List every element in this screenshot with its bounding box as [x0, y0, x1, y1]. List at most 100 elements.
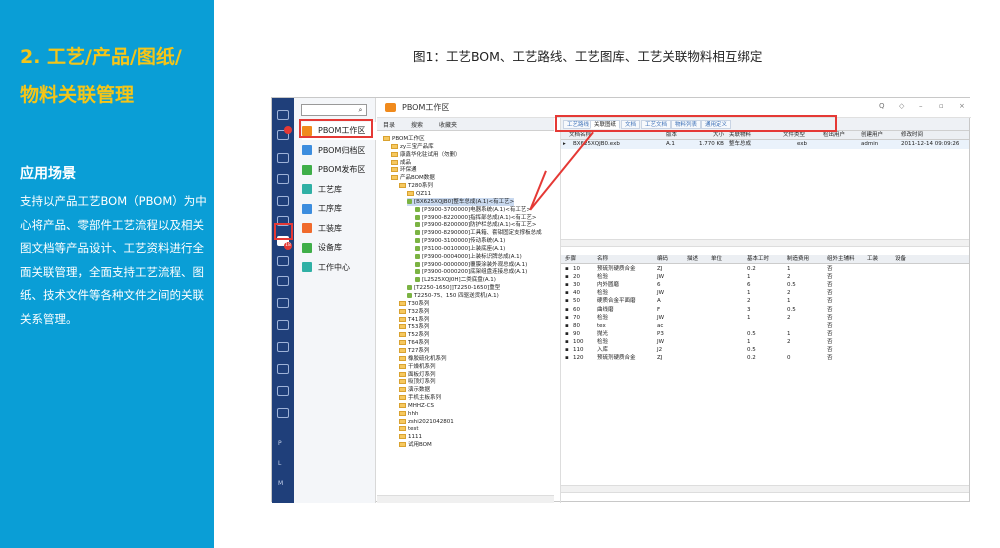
- search-icon[interactable]: Q: [879, 102, 885, 110]
- column-header[interactable]: 步骤: [565, 255, 576, 264]
- iconbar-letter[interactable]: L: [278, 460, 281, 467]
- sidebar-tool-icon[interactable]: [277, 256, 289, 266]
- sidebar-tool-icon[interactable]: [277, 320, 289, 330]
- tree-node[interactable]: T52系列: [399, 331, 429, 339]
- sidebar-tool-icon[interactable]: [277, 364, 289, 374]
- sidebar-tool-icon[interactable]: [277, 153, 289, 163]
- column-header[interactable]: 描述: [687, 255, 698, 264]
- column-header[interactable]: 检出用户: [823, 131, 845, 140]
- sidebar-tool-icon[interactable]: [277, 174, 289, 184]
- column-header[interactable]: 单位: [711, 255, 722, 264]
- column-header[interactable]: 大小: [713, 131, 724, 140]
- nav-item[interactable]: PBOM发布区: [302, 161, 376, 179]
- table-row[interactable]: ▪ 70 检验 JW 1 2 否: [561, 314, 969, 322]
- tree-node[interactable]: 1111: [399, 433, 422, 441]
- nav-item[interactable]: 工序库: [302, 200, 376, 218]
- table-row[interactable]: ▪ 60 曲线磨 F 3 0.5 否: [561, 306, 969, 314]
- table-row[interactable]: ▪ 90 抛光 P3 0.5 1 否: [561, 330, 969, 338]
- table-row[interactable]: ▪ 80 tex ac 否: [561, 322, 969, 330]
- column-header[interactable]: 编码: [657, 255, 668, 264]
- column-header[interactable]: 创建用户: [861, 131, 883, 140]
- tree-node[interactable]: [P3900-0000000]覆膜涂装外观总成(A.1): [415, 261, 527, 269]
- column-header[interactable]: 基本工时: [747, 255, 769, 264]
- tree-node[interactable]: [P3900-3700000]电器系统(A.1)<有工艺>: [415, 206, 531, 214]
- tree-node[interactable]: [P3900-8200000]防护栏总成(A.1)<有工艺>: [415, 221, 537, 229]
- tree-node[interactable]: 环保通: [391, 166, 417, 174]
- nav-item[interactable]: 工装库: [302, 220, 376, 238]
- table-row[interactable]: ▸ BX625XQJB0.exb A.1 1.770 KB 整车总成 exb admin 20…: [561, 140, 969, 149]
- tree-node[interactable]: T64系列: [399, 339, 429, 347]
- sidebar-tool-icon[interactable]: [277, 110, 289, 120]
- search-icon[interactable]: ⌕: [355, 105, 366, 115]
- table-row[interactable]: ▪ 50 硬质合金平面磨 A 2 1 否: [561, 297, 969, 305]
- close-button[interactable]: ×: [959, 102, 965, 110]
- tree-node[interactable]: T280系列: [399, 182, 433, 190]
- tree-node[interactable]: 橡胶硫化机系列: [399, 355, 447, 363]
- tree-node[interactable]: zy三宝产品库: [391, 143, 434, 151]
- tree-node[interactable]: T2250-75、150 四驱送货机(A.1): [407, 292, 499, 300]
- skin-icon[interactable]: ◇: [899, 102, 904, 110]
- sidebar-tool-icon[interactable]: [277, 386, 289, 396]
- column-header[interactable]: 名称: [597, 255, 608, 264]
- iconbar-letter[interactable]: M: [278, 480, 283, 487]
- tree-node[interactable]: [P3900-8220000]指挥部总成(A.1)<有工艺>: [415, 214, 537, 222]
- tree-node[interactable]: PBOM工作区: [383, 135, 425, 143]
- tree-node[interactable]: 康鑫华化驻试用（勿删）: [391, 151, 461, 159]
- route-grid-scrollbar[interactable]: [561, 485, 969, 493]
- tree-node[interactable]: 干燥机系列: [399, 363, 436, 371]
- tree-node[interactable]: T30系列: [399, 300, 429, 308]
- table-row[interactable]: ▪ 10 预硫剂硬质合金 ZJ 0.2 1 否: [561, 265, 969, 273]
- tree-node[interactable]: [P3900-0004000]上装标识牌总成(A.1): [415, 253, 522, 261]
- tree-node[interactable]: test: [399, 425, 419, 433]
- nav-item[interactable]: 工作中心: [302, 259, 376, 277]
- sidebar-tool-icon[interactable]: [277, 196, 289, 206]
- table-row[interactable]: ▪ 40 检验 JW 1 2 否: [561, 289, 969, 297]
- column-header[interactable]: 关联物料: [729, 131, 751, 140]
- tree-node[interactable]: MHHZ-CS: [399, 402, 434, 410]
- column-header[interactable]: 修改时间: [901, 131, 923, 140]
- tree-node[interactable]: 演示数据: [399, 386, 430, 394]
- table-row[interactable]: ▪ 120 预硫剂硬质合金 ZJ 0.2 0 否: [561, 354, 969, 362]
- doc-grid-scrollbar[interactable]: [561, 239, 969, 247]
- sidebar-tool-icon[interactable]: [277, 276, 289, 286]
- tree-node[interactable]: zshi2021042801: [399, 418, 454, 426]
- tree-node[interactable]: 试用BOM: [399, 441, 432, 449]
- minimize-button[interactable]: –: [919, 102, 923, 110]
- tree-node[interactable]: hhh: [399, 410, 418, 418]
- tab-directory[interactable]: 目录: [383, 120, 395, 129]
- tree-node[interactable]: [L2525XQJ0H]二类底盘(A.1): [415, 276, 496, 284]
- nav-item[interactable]: 设备库: [302, 239, 376, 257]
- tree-node[interactable]: 面板灯系列: [399, 371, 436, 379]
- table-row[interactable]: ▪ 110 入库 J2 0.5 否: [561, 346, 969, 354]
- tree-node[interactable]: 手机主板系列: [399, 394, 441, 402]
- column-header[interactable]: 文件类型: [783, 131, 805, 140]
- nav-item[interactable]: PBOM归档区: [302, 142, 376, 160]
- tree-horizontal-scrollbar[interactable]: [377, 495, 554, 503]
- tab-favorites[interactable]: 收藏夹: [439, 120, 457, 129]
- table-row[interactable]: ▪ 20 检验 JW 1 2 否: [561, 273, 969, 281]
- tree-node[interactable]: T53系列: [399, 323, 429, 331]
- sidebar-tool-icon[interactable]: [277, 342, 289, 352]
- tree-node[interactable]: T27系列: [399, 347, 429, 355]
- tree-node[interactable]: [BX625XQJB0]整车总成(A.1)<有工艺>: [407, 197, 515, 206]
- tree-node[interactable]: 产品BOM数据: [391, 174, 435, 182]
- table-row[interactable]: ▪ 30 内外圆磨 6 6 0.5 否: [561, 281, 969, 289]
- tree-node[interactable]: [P3100-0010000]上装底座(A.1): [415, 245, 505, 253]
- tree-node[interactable]: [T2250-1650]]T2250-1650]重型: [407, 284, 500, 292]
- table-row[interactable]: ▪ 100 检验 JW 1 2 否: [561, 338, 969, 346]
- sidebar-tool-icon[interactable]: [277, 408, 289, 418]
- iconbar-letter[interactable]: P: [278, 440, 282, 447]
- sidebar-tool-icon[interactable]: [277, 298, 289, 308]
- nav-item[interactable]: 工艺库: [302, 181, 376, 199]
- tree-node[interactable]: [P3900-0000200]底架组盘连接总成(A.1): [415, 268, 527, 276]
- tree-node[interactable]: [P3900-3100000]传动系统(A.1): [415, 237, 505, 245]
- tree-node[interactable]: T32系列: [399, 308, 429, 316]
- tree-node[interactable]: 吸顶灯系列: [399, 378, 436, 386]
- maximize-button[interactable]: ▫: [939, 102, 944, 110]
- column-header[interactable]: 制造费用: [787, 255, 809, 264]
- column-header[interactable]: 工装: [867, 255, 878, 264]
- tree-node[interactable]: T41系列: [399, 316, 429, 324]
- column-header[interactable]: 版本: [666, 131, 677, 140]
- tree-node[interactable]: QZ11: [407, 190, 431, 198]
- tree-node[interactable]: 成品: [391, 159, 411, 167]
